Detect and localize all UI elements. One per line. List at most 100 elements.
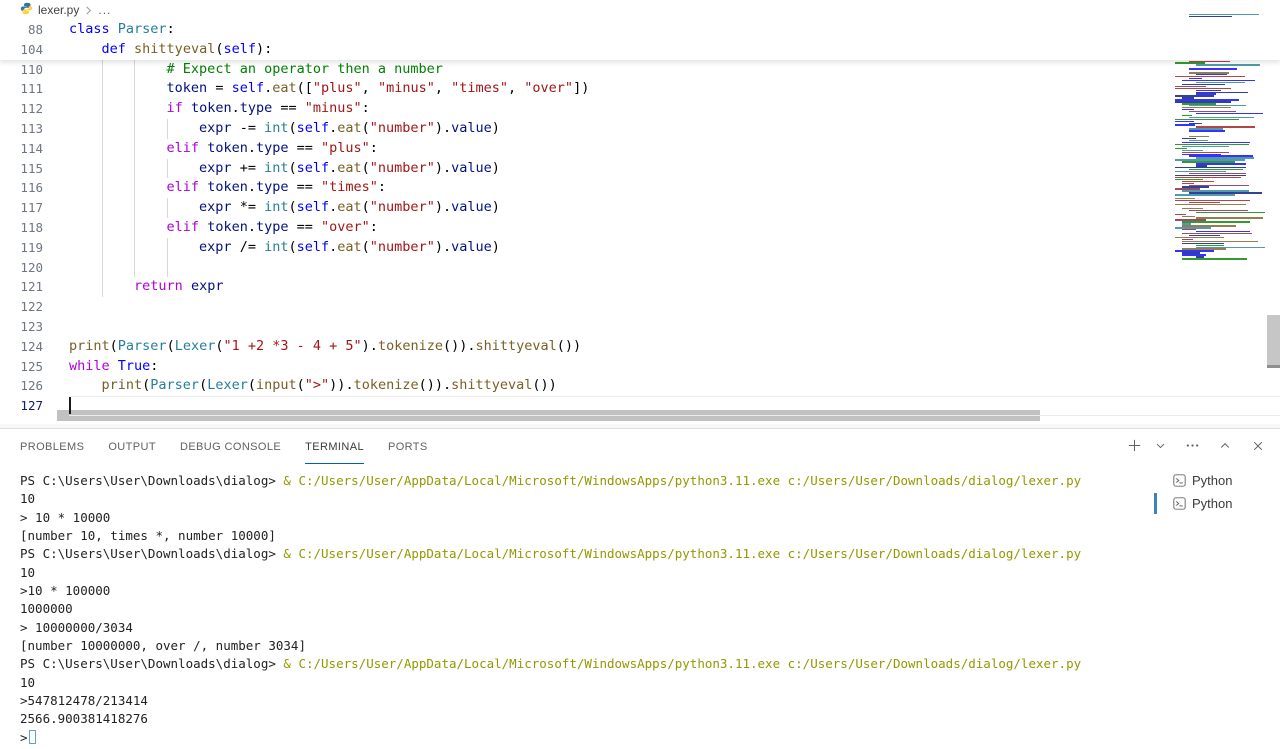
code-token: shittyeval <box>134 41 215 57</box>
indent-guide <box>134 99 135 119</box>
code-line[interactable]: 122 <box>0 297 1280 317</box>
code-line[interactable]: 110 # Expect an operator then a number <box>0 60 1280 80</box>
code-token: ( <box>362 160 370 176</box>
terminal-text: PS C:\Users\User\Downloads\dialog> <box>20 656 283 671</box>
breadcrumb-file[interactable]: lexer.py <box>38 3 79 17</box>
code-line[interactable]: 118 elif token.type == "over": <box>0 218 1280 238</box>
code-line[interactable]: 121 return expr <box>0 277 1280 297</box>
line-number: 127 <box>0 396 43 416</box>
code-token: ([ <box>297 80 313 96</box>
code-line[interactable]: 113 expr -= int(self.eat("number").value… <box>0 119 1280 139</box>
indent-guide <box>167 119 168 139</box>
terminal-line: > 10 * 10000 <box>20 509 1148 527</box>
code-token: expr <box>199 160 232 176</box>
code-token: ()) <box>419 377 443 393</box>
code-token <box>69 61 167 77</box>
terminal-list-item[interactable]: Python <box>1152 492 1280 515</box>
code-line[interactable]: 125while True: <box>0 357 1280 377</box>
indent-guide <box>102 159 103 179</box>
code-line[interactable]: 119 expr /= int(self.eat("number").value… <box>0 238 1280 258</box>
terminal-list-label: Python <box>1192 496 1232 511</box>
code-token: self <box>232 80 265 96</box>
terminal-output[interactable]: PS C:\Users\User\Downloads\dialog> & C:/… <box>20 472 1148 749</box>
code-token: Lexer <box>175 338 216 354</box>
python-file-icon <box>20 2 33 18</box>
more-actions-icon[interactable] <box>1185 438 1200 453</box>
code-token: "number" <box>370 199 435 215</box>
terminal-line: PS C:\Users\User\Downloads\dialog> & C:/… <box>20 472 1148 490</box>
code-token: "over" <box>524 80 573 96</box>
sticky-scroll[interactable]: 88class Parser:104 def shittyeval(self): <box>0 20 1280 60</box>
indent-guide <box>102 277 103 297</box>
line-number: 112 <box>0 99 43 119</box>
code-token: ) <box>435 160 443 176</box>
breadcrumb-more[interactable]: ... <box>98 3 111 17</box>
code-line[interactable]: 124print(Parser(Lexer("1 +2 *3 - 4 + 5")… <box>0 337 1280 357</box>
code-token: . <box>443 239 451 255</box>
code-line[interactable]: 120 <box>0 258 1280 278</box>
indent-guide <box>134 238 135 258</box>
code-token: eat <box>337 199 361 215</box>
line-number: 115 <box>0 159 43 179</box>
code-token: . <box>248 219 256 235</box>
new-terminal-button[interactable] <box>1127 438 1142 453</box>
code-line[interactable]: 126 print(Parser(Lexer(input(">")).token… <box>0 376 1280 396</box>
code-token: ( <box>362 120 370 136</box>
code-line[interactable]: 127 <box>0 396 1280 416</box>
code-token: return <box>134 278 183 294</box>
terminal-line: >10 * 100000 <box>20 582 1148 600</box>
code-token: . <box>345 377 353 393</box>
code-editor[interactable]: 88class Parser:104 def shittyeval(self):… <box>0 20 1280 424</box>
terminal-cursor <box>29 730 36 744</box>
terminal-text: >547812478/213414 <box>20 693 148 708</box>
close-panel-icon[interactable] <box>1252 440 1264 452</box>
code-line[interactable]: 115 expr += int(self.eat("number").value… <box>0 159 1280 179</box>
indent-guide <box>134 139 135 159</box>
sticky-line[interactable]: 104 def shittyeval(self): <box>0 40 1280 60</box>
line-number: 116 <box>0 178 43 198</box>
code-line[interactable]: 112 if token.type == "minus": <box>0 99 1280 119</box>
terminal-text: 10 <box>20 675 35 690</box>
code-token: "minus" <box>305 100 362 116</box>
code-line[interactable]: 123 <box>0 317 1280 337</box>
terminal-dropdown-chevron-icon[interactable] <box>1155 440 1166 451</box>
terminal-line: 10 <box>20 490 1148 508</box>
maximize-panel-icon[interactable] <box>1219 440 1231 452</box>
code-token: += <box>232 160 265 176</box>
terminal-line: PS C:\Users\User\Downloads\dialog> & C:/… <box>20 545 1148 563</box>
panel-tab-problems[interactable]: PROBLEMS <box>20 429 84 464</box>
code-token: ">" <box>305 377 329 393</box>
code-token: print <box>102 377 143 393</box>
code-token: = <box>207 80 231 96</box>
code-token <box>69 100 167 116</box>
panel-tab-ports[interactable]: PORTS <box>388 429 428 464</box>
code-line[interactable]: 114 elif token.type == "plus": <box>0 139 1280 159</box>
terminal-line: 1000000 <box>20 600 1148 618</box>
code-token: elif <box>167 140 200 156</box>
code-token: ( <box>362 239 370 255</box>
code-token: "times" <box>321 179 378 195</box>
code-token: self <box>297 160 330 176</box>
sticky-line[interactable]: 88class Parser: <box>0 20 1280 40</box>
code-token: , <box>435 80 451 96</box>
code-token: ()) <box>443 338 467 354</box>
code-token: ( <box>288 239 296 255</box>
terminal-icon <box>1173 474 1186 487</box>
panel-tab-terminal[interactable]: TERMINAL <box>305 429 364 464</box>
indent-guide <box>167 198 168 218</box>
code-token: value <box>451 239 492 255</box>
code-line[interactable]: 117 expr *= int(self.eat("number").value… <box>0 198 1280 218</box>
terminal-list-item[interactable]: Python <box>1152 469 1280 492</box>
editor-lines[interactable]: 110 # Expect an operator then a number11… <box>0 60 1280 416</box>
line-number: 113 <box>0 119 43 139</box>
code-token: Lexer <box>207 377 248 393</box>
code-token: ) <box>492 239 500 255</box>
terminal-text: 10 <box>20 565 35 580</box>
terminal-line: 10 <box>20 564 1148 582</box>
terminal-command-text: & C:/Users/User/AppData/Local/Microsoft/… <box>283 546 1081 561</box>
code-line[interactable]: 111 token = self.eat(["plus", "minus", "… <box>0 79 1280 99</box>
panel-tab-debug-console[interactable]: DEBUG CONSOLE <box>180 429 281 464</box>
panel-tab-output[interactable]: OUTPUT <box>108 429 156 464</box>
terminal-text: > 10 * 10000 <box>20 510 110 525</box>
code-line[interactable]: 116 elif token.type == "times": <box>0 178 1280 198</box>
